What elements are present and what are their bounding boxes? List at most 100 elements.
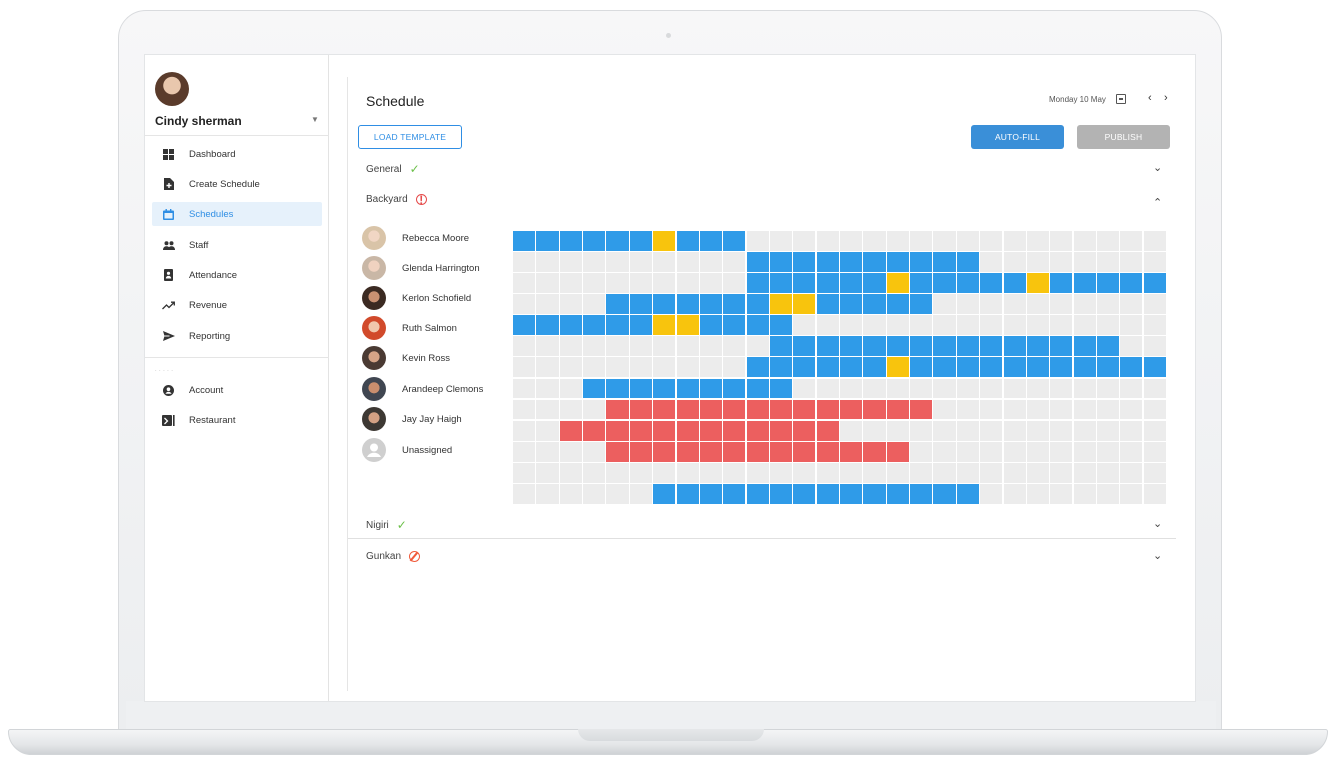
shift-cell[interactable]: [840, 357, 863, 378]
shift-cell[interactable]: [886, 252, 909, 272]
empty-cell[interactable]: [1143, 378, 1166, 399]
shift-cell[interactable]: [653, 294, 676, 315]
conflict-cell[interactable]: [559, 420, 582, 441]
empty-cell[interactable]: [1073, 378, 1096, 399]
empty-cell[interactable]: [559, 273, 582, 294]
empty-cell[interactable]: [1050, 483, 1073, 504]
shift-cell[interactable]: [606, 378, 629, 399]
empty-cell[interactable]: [723, 462, 746, 483]
empty-cell[interactable]: [536, 483, 559, 504]
empty-cell[interactable]: [1143, 252, 1166, 272]
staff-row[interactable]: Unassigned: [362, 438, 452, 462]
empty-cell[interactable]: [1120, 420, 1143, 441]
sidebar-item-attendance[interactable]: Attendance: [152, 263, 322, 287]
empty-cell[interactable]: [699, 252, 722, 272]
empty-cell[interactable]: [863, 420, 886, 441]
empty-cell[interactable]: [536, 252, 559, 272]
shift-cell[interactable]: [769, 315, 793, 336]
section-backyard[interactable]: Backyard !: [366, 193, 427, 207]
highlight-cell[interactable]: [676, 315, 699, 336]
empty-cell[interactable]: [863, 315, 886, 336]
shift-cell[interactable]: [816, 273, 839, 294]
sidebar-item-account[interactable]: Account: [152, 378, 322, 402]
shift-cell[interactable]: [956, 483, 979, 504]
empty-cell[interactable]: [1050, 420, 1073, 441]
shift-cell[interactable]: [816, 483, 839, 504]
empty-cell[interactable]: [1050, 294, 1073, 315]
empty-cell[interactable]: [840, 315, 863, 336]
empty-cell[interactable]: [1026, 462, 1049, 483]
empty-cell[interactable]: [1096, 420, 1120, 441]
empty-cell[interactable]: [676, 357, 699, 378]
highlight-cell[interactable]: [886, 273, 909, 294]
empty-cell[interactable]: [1073, 483, 1096, 504]
empty-cell[interactable]: [1050, 378, 1073, 399]
shift-cell[interactable]: [793, 357, 816, 378]
shift-cell[interactable]: [653, 378, 676, 399]
empty-cell[interactable]: [1073, 462, 1096, 483]
conflict-cell[interactable]: [840, 399, 863, 420]
shift-cell[interactable]: [559, 315, 582, 336]
empty-cell[interactable]: [1003, 441, 1026, 462]
empty-cell[interactable]: [723, 357, 746, 378]
conflict-cell[interactable]: [840, 441, 863, 462]
conflict-cell[interactable]: [910, 399, 933, 420]
empty-cell[interactable]: [793, 231, 816, 251]
empty-cell[interactable]: [816, 231, 839, 251]
empty-cell[interactable]: [1003, 399, 1026, 420]
empty-cell[interactable]: [769, 462, 793, 483]
empty-cell[interactable]: [956, 294, 979, 315]
empty-cell[interactable]: [536, 399, 559, 420]
sidebar-item-restaurant[interactable]: Restaurant: [152, 408, 322, 432]
empty-cell[interactable]: [1143, 336, 1166, 357]
empty-cell[interactable]: [910, 378, 933, 399]
shift-cell[interactable]: [933, 336, 956, 357]
empty-cell[interactable]: [583, 357, 606, 378]
empty-cell[interactable]: [629, 273, 652, 294]
shift-cell[interactable]: [629, 378, 652, 399]
shift-cell[interactable]: [769, 378, 793, 399]
empty-cell[interactable]: [1120, 378, 1143, 399]
empty-cell[interactable]: [886, 462, 909, 483]
empty-cell[interactable]: [1026, 378, 1049, 399]
shift-cell[interactable]: [933, 357, 956, 378]
empty-cell[interactable]: [559, 336, 582, 357]
empty-cell[interactable]: [676, 273, 699, 294]
shift-cell[interactable]: [723, 483, 746, 504]
empty-cell[interactable]: [513, 378, 536, 399]
highlight-cell[interactable]: [1026, 273, 1049, 294]
conflict-cell[interactable]: [629, 420, 652, 441]
shift-cell[interactable]: [793, 273, 816, 294]
conflict-cell[interactable]: [863, 399, 886, 420]
shift-cell[interactable]: [1143, 273, 1166, 294]
shift-cell[interactable]: [769, 483, 793, 504]
shift-cell[interactable]: [793, 252, 816, 272]
staff-row[interactable]: Jay Jay Haigh: [362, 407, 462, 431]
empty-cell[interactable]: [1096, 462, 1120, 483]
conflict-cell[interactable]: [746, 441, 769, 462]
empty-cell[interactable]: [606, 462, 629, 483]
shift-cell[interactable]: [746, 315, 769, 336]
empty-cell[interactable]: [1050, 441, 1073, 462]
shift-cell[interactable]: [769, 273, 793, 294]
conflict-cell[interactable]: [653, 420, 676, 441]
empty-cell[interactable]: [583, 294, 606, 315]
empty-cell[interactable]: [1073, 252, 1096, 272]
empty-cell[interactable]: [980, 294, 1003, 315]
shift-cell[interactable]: [746, 273, 769, 294]
empty-cell[interactable]: [1003, 315, 1026, 336]
empty-cell[interactable]: [1050, 315, 1073, 336]
auto-fill-button[interactable]: AUTO-FILL: [971, 125, 1064, 149]
empty-cell[interactable]: [1073, 420, 1096, 441]
chevron-up-icon[interactable]: ⌃: [1153, 196, 1162, 209]
shift-cell[interactable]: [956, 357, 979, 378]
user-name[interactable]: Cindy sherman: [155, 114, 242, 128]
empty-cell[interactable]: [793, 315, 816, 336]
user-menu-caret-icon[interactable]: ▼: [311, 115, 319, 124]
shift-cell[interactable]: [723, 315, 746, 336]
empty-cell[interactable]: [1050, 231, 1073, 251]
empty-cell[interactable]: [1096, 483, 1120, 504]
empty-cell[interactable]: [1120, 252, 1143, 272]
empty-cell[interactable]: [956, 399, 979, 420]
empty-cell[interactable]: [1073, 399, 1096, 420]
